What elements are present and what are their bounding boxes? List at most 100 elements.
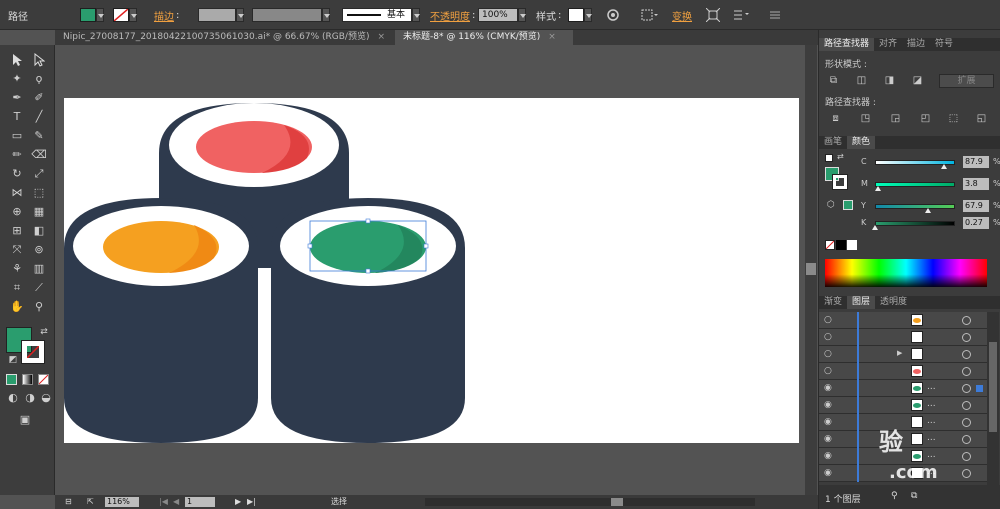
magic-wand-icon[interactable]: ✦	[9, 72, 25, 86]
gradient-mode-button[interactable]	[22, 374, 33, 385]
slider-knob[interactable]	[941, 164, 947, 169]
channel-value-field[interactable]: 67.9	[963, 200, 989, 212]
tab-brushes[interactable]: 画笔	[819, 136, 847, 149]
eye-icon[interactable]: ◉	[824, 417, 834, 427]
divide-icon[interactable]: ⧈	[829, 113, 842, 125]
layer-row[interactable]: ◉...	[819, 414, 987, 431]
perspective-grid-icon[interactable]: ▦	[31, 205, 47, 219]
vertical-scrollbar[interactable]	[805, 45, 817, 495]
tab-pathfinder[interactable]: 路径查找器	[819, 38, 875, 51]
screen-mode-icon[interactable]: ▣	[17, 413, 33, 427]
trim-icon[interactable]: ◳	[859, 113, 872, 125]
layer-row[interactable]: ◉...	[819, 380, 987, 397]
target-icon[interactable]	[962, 469, 971, 478]
eye-icon[interactable]: ◉	[824, 468, 834, 478]
draw-inside-icon[interactable]: ◒	[38, 391, 54, 405]
layer-name[interactable]: ...	[927, 450, 936, 460]
horizontal-scrollbar[interactable]	[425, 498, 755, 506]
close-icon[interactable]: ×	[548, 32, 556, 42]
paintbrush-icon[interactable]: ✎	[31, 129, 47, 143]
page-field[interactable]: 1	[185, 497, 215, 507]
slider-track[interactable]	[875, 204, 955, 209]
pencil-icon[interactable]: ✏	[9, 148, 25, 162]
artboard[interactable]	[64, 98, 799, 443]
pen-tool-icon[interactable]: ✒	[9, 91, 25, 105]
target-icon[interactable]	[962, 435, 971, 444]
column-graph-icon[interactable]: ▥	[31, 262, 47, 276]
slider-knob[interactable]	[875, 186, 881, 191]
black-swatch[interactable]	[836, 240, 846, 250]
type-tool-icon[interactable]: T	[9, 110, 25, 124]
tab-symbols[interactable]: 符号	[930, 38, 958, 51]
swap-colors-icon[interactable]: ⇄	[36, 325, 52, 339]
layer-row[interactable]: ◉...	[819, 397, 987, 414]
variable-width-profile[interactable]	[252, 0, 330, 30]
none-swatch[interactable]	[825, 240, 835, 250]
opacity-label[interactable]: 不透明度:	[430, 0, 475, 30]
eye-icon[interactable]: ○	[824, 349, 834, 359]
shape-builder-icon[interactable]: ⊕	[9, 205, 25, 219]
expand-arrow-icon[interactable]: ▶	[897, 349, 902, 357]
layer-row[interactable]: ○	[819, 329, 987, 346]
blend-tool-icon[interactable]: ⊚	[31, 243, 47, 257]
tab-stroke[interactable]: 描边	[902, 38, 930, 51]
color-mode-button[interactable]	[6, 374, 17, 385]
target-icon[interactable]	[962, 452, 971, 461]
unite-icon[interactable]: ⧉	[827, 75, 840, 87]
align-to-icon[interactable]	[640, 0, 658, 30]
layer-row[interactable]: ○	[819, 312, 987, 329]
layers-scrollbar[interactable]	[987, 312, 999, 485]
mesh-tool-icon[interactable]: ⊞	[9, 224, 25, 238]
artboard-nav-icon[interactable]: ⊟	[65, 495, 72, 509]
minus-back-icon[interactable]: ◱	[975, 113, 988, 125]
slider-knob[interactable]	[925, 208, 931, 213]
share-icon[interactable]: ⇱	[87, 495, 94, 509]
zoom-field[interactable]: 116%	[105, 497, 139, 507]
expand-button[interactable]: 扩展	[939, 74, 994, 88]
draw-normal-icon[interactable]: ◐	[5, 391, 21, 405]
chevron-down-icon[interactable]	[129, 8, 137, 22]
stroke-label[interactable]: 描边:	[154, 0, 179, 30]
eye-icon[interactable]: ○	[824, 366, 834, 376]
document-tab-1[interactable]: Nipic_27008177_20180422100735061030.ai* …	[55, 30, 395, 45]
target-icon[interactable]	[962, 401, 971, 410]
layer-name[interactable]: ...	[927, 433, 936, 443]
stroke-swatch[interactable]	[113, 0, 137, 30]
layer-row[interactable]: ○ ▶	[819, 346, 987, 363]
slider-track[interactable]	[875, 182, 955, 187]
slider-c[interactable]: C 87.9%	[825, 156, 1000, 169]
opacity-field[interactable]: 100%	[478, 0, 526, 30]
merge-icon[interactable]: ◲	[889, 113, 902, 125]
layer-row[interactable]: ◉...	[819, 431, 987, 448]
tab-transparency[interactable]: 透明度	[875, 296, 912, 309]
isolate-icon[interactable]	[706, 0, 720, 30]
style-swatch[interactable]	[568, 0, 592, 30]
draw-behind-icon[interactable]: ◑	[22, 391, 38, 405]
symbol-sprayer-icon[interactable]: ⚘	[9, 262, 25, 276]
rectangle-tool-icon[interactable]: ▭	[9, 129, 25, 143]
eye-icon[interactable]: ◉	[824, 434, 834, 444]
slider-m[interactable]: M 3.8%	[825, 178, 1000, 191]
recolor-icon[interactable]	[606, 0, 620, 30]
layer-name[interactable]: ...	[927, 399, 936, 409]
layer-name[interactable]: ...	[927, 416, 936, 426]
last-page-icon[interactable]: ▶|	[247, 495, 256, 509]
line-tool-icon[interactable]: ╱	[31, 110, 47, 124]
eye-icon[interactable]: ◉	[824, 400, 834, 410]
brush-definition[interactable]: 基本	[342, 0, 420, 30]
locate-object-icon[interactable]: ⚲	[891, 491, 898, 501]
color-spectrum[interactable]	[825, 259, 987, 287]
right-sushi-roll[interactable]	[259, 198, 465, 443]
layer-row[interactable]: ○	[819, 363, 987, 380]
direct-selection-tool-icon[interactable]	[31, 52, 47, 67]
eye-icon[interactable]: ○	[824, 332, 834, 342]
width-tool-icon[interactable]: ⋈	[9, 186, 25, 200]
panel-menu-icon[interactable]	[770, 0, 780, 30]
channel-value-field[interactable]: 3.8	[963, 178, 989, 190]
tab-color[interactable]: 颜色	[847, 136, 876, 149]
target-icon[interactable]	[962, 367, 971, 376]
arrange-icon[interactable]	[732, 0, 752, 30]
gradient-tool-icon[interactable]: ◧	[31, 224, 47, 238]
crop-icon[interactable]: ◰	[919, 113, 932, 125]
clipping-mask-icon[interactable]: ⧉	[911, 491, 917, 501]
